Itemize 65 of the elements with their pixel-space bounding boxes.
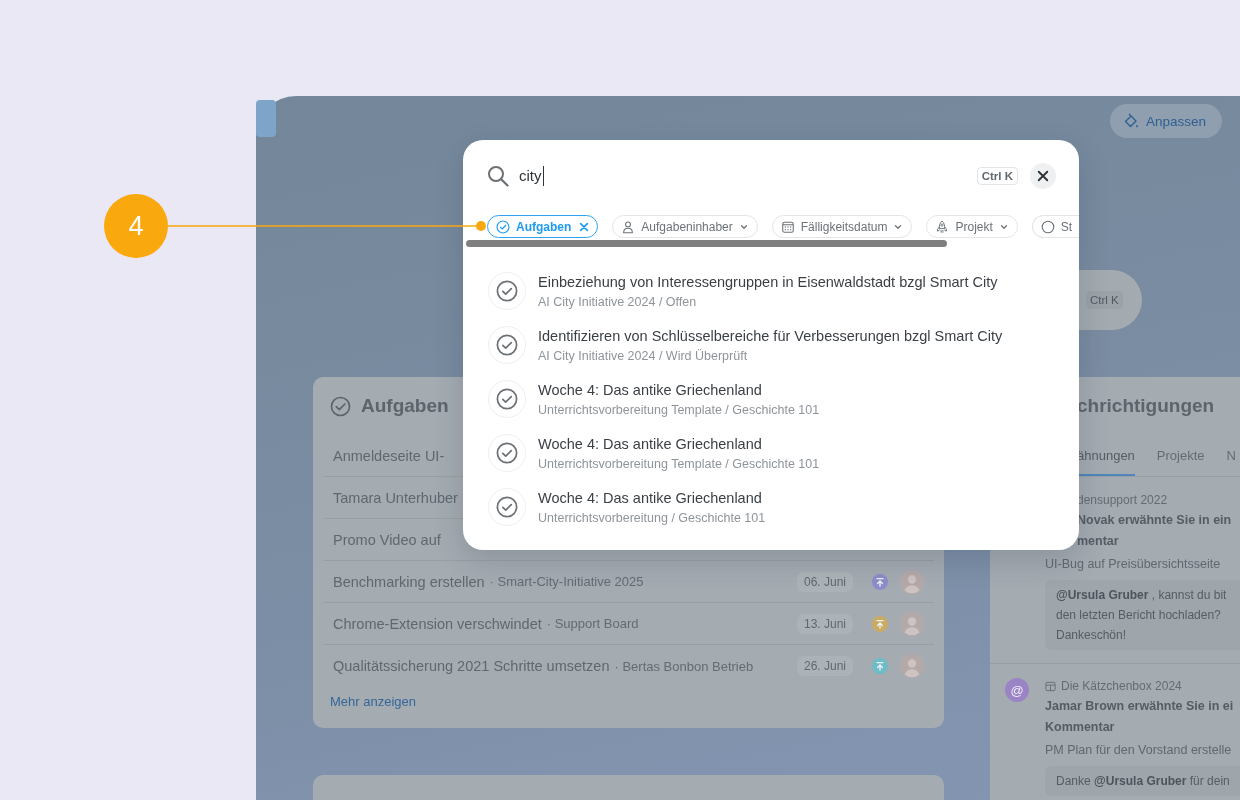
result-path: AI City Initiative 2024 / Offen: [538, 293, 698, 310]
sidebar-handle[interactable]: [256, 100, 276, 137]
task-title[interactable]: Tamara Unterhuber: [333, 489, 458, 506]
task-project: · Support Board: [546, 616, 639, 631]
filter-chip[interactable]: Aufgabeninhaber: [612, 215, 758, 238]
task-link[interactable]: PM Plan für den Vorstand erstelle: [1045, 740, 1240, 760]
shortcut-hint: Ctrl K: [976, 167, 1018, 185]
tab[interactable]: N: [1226, 435, 1236, 476]
comment-bubble: Danke @Ursula Gruber für dein: [1045, 766, 1240, 796]
filter-chip[interactable]: St: [1031, 215, 1079, 238]
circle-icon: [1040, 219, 1055, 234]
due-date-badge: 26. Juni: [796, 656, 853, 676]
task-title[interactable]: Benchmarking erstellen: [333, 573, 485, 590]
close-icon: [1037, 170, 1049, 182]
task-project: · Smart-City-Initiative 2025: [489, 574, 644, 589]
task-check-icon: [488, 326, 526, 364]
paint-bucket-icon: [1122, 113, 1139, 129]
task-check-icon: [488, 488, 526, 526]
task-check-icon: [488, 380, 526, 418]
task-project: · Bertas Bonbon Betrieb: [614, 658, 754, 674]
person-icon: [621, 219, 636, 234]
due-date-badge: 06. Juni: [796, 571, 853, 592]
search-field[interactable]: city: [519, 160, 977, 192]
search-icon: [487, 165, 509, 187]
due-date-badge: 13. Juni: [796, 613, 853, 634]
task-title[interactable]: Anmeldeseite UI-: [333, 447, 445, 464]
task-title[interactable]: Qualitätssicherung 2021 Schritte umsetzen: [333, 658, 610, 674]
remove-icon[interactable]: [579, 221, 590, 232]
result-path: Unterrichtsvorbereitung Template / Geschichte 101: [538, 401, 820, 418]
calendar-icon: [780, 219, 795, 234]
task-check-icon: [488, 434, 526, 472]
task-check-icon: [488, 272, 526, 310]
card-title: Aufgaben: [361, 395, 449, 417]
comment-bubble: @Ursula Gruber , kannst du bit den letzten Bericht hochladen? Dankeschön!: [1045, 580, 1240, 650]
result-path: Unterrichtsvorbereitung / Geschichte 101: [538, 509, 766, 526]
tab[interactable]: Projekte: [1156, 435, 1205, 476]
result-title[interactable]: Woche 4: Das antike Griechenland: [538, 488, 766, 507]
notification-headline: Jamar Brown erwähnte Sie in ei Kommentar: [1045, 698, 1235, 736]
result-title[interactable]: Woche 4: Das antike Griechenland: [538, 380, 820, 399]
result-path: AI City Initiative 2024 / Wird Überprüft: [538, 347, 749, 364]
callout-badge: 4: [104, 194, 168, 258]
show-more-link[interactable]: Mehr anzeigen: [330, 694, 416, 709]
project-name: Die Kätzchenbox 2024: [1061, 678, 1182, 695]
result-title[interactable]: Einbeziehung von Interessengruppen in Eisenwaldstadt bzgl Smart City: [538, 272, 998, 291]
filter-chip[interactable]: Aufgaben: [487, 215, 599, 238]
task-link[interactable]: UI-Bug auf Preisübersichtsseite: [1045, 554, 1240, 574]
card-title: chrichtigungen: [1077, 395, 1215, 417]
task-title[interactable]: Promo Video auf: [333, 531, 441, 548]
result-title[interactable]: Identifizieren von Schlüsselbereiche für Verbesserungen bzgl Smart City: [538, 326, 1003, 345]
scrollbar-thumb[interactable]: [466, 240, 947, 247]
search-bar[interactable]: Ctrl K: [1079, 270, 1142, 330]
check-circle-icon: [496, 219, 510, 234]
rocket-icon: [935, 219, 950, 234]
filter-chip[interactable]: Projekt: [926, 215, 1018, 238]
check-circle-icon: [330, 395, 351, 417]
project-name: densupport 2022: [1077, 492, 1168, 509]
mention-avatar: @: [1005, 678, 1029, 702]
board-icon: [1045, 680, 1056, 692]
task-title[interactable]: Chrome-Extension verschwindet: [333, 615, 542, 632]
shortcut-hint: Ctrl K: [1086, 291, 1123, 309]
filter-chip[interactable]: Fälligkeitsdatum: [771, 215, 913, 238]
close-button[interactable]: [1030, 163, 1056, 189]
result-path: Unterrichtsvorbereitung Template / Geschichte 101: [538, 455, 820, 472]
result-title[interactable]: Woche 4: Das antike Griechenland: [538, 434, 820, 453]
customize-button[interactable]: Anpassen: [1109, 104, 1222, 138]
